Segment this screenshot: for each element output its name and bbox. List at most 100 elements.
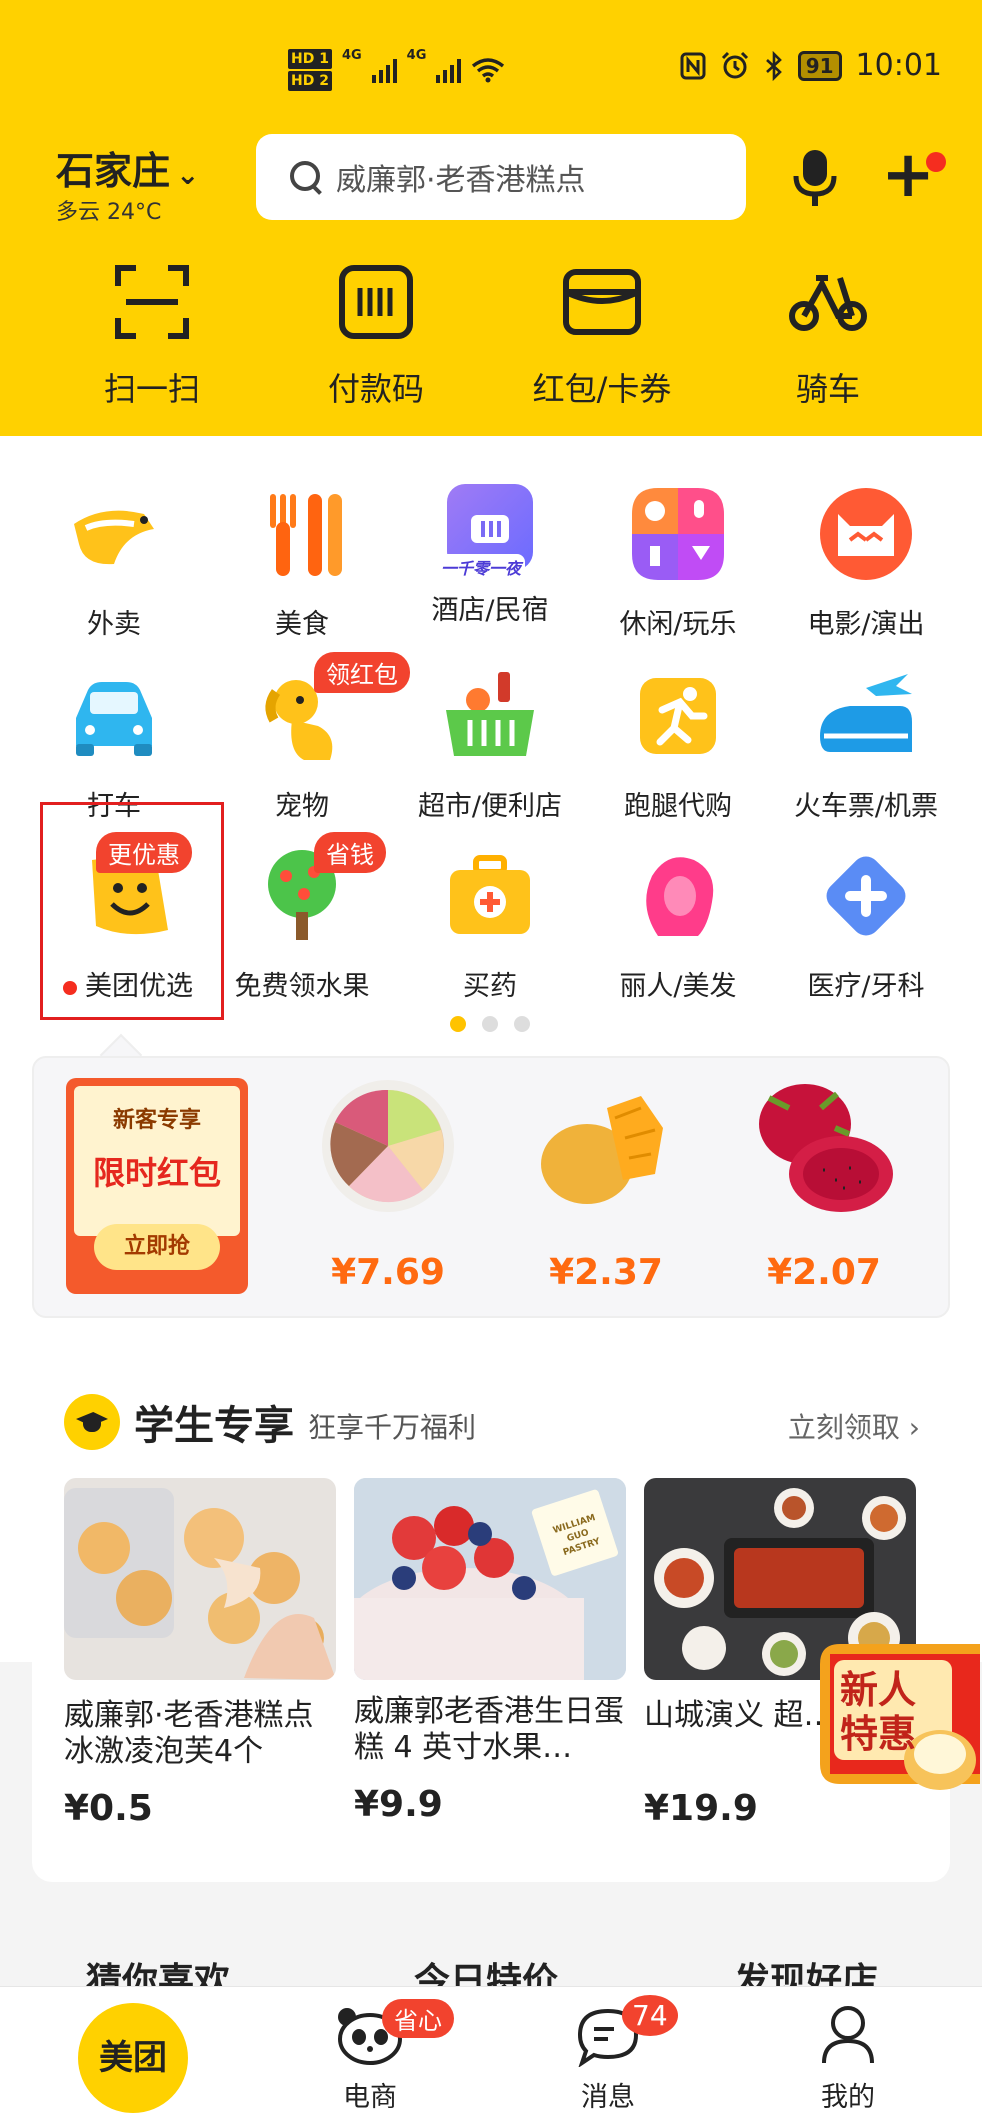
grid-label: 火车票/机票 (793, 791, 939, 822)
promo-product[interactable]: ¥2.07 (724, 1078, 924, 1293)
grid-item-hotel[interactable]: 一千零一夜 酒店/民宿 (396, 484, 584, 627)
wallet-label: 红包/卡券 (532, 370, 672, 408)
nav-label: 消息 (581, 2082, 635, 2113)
beauty-icon (646, 857, 714, 936)
search-input[interactable]: 威廉郭·老香港糕点 (256, 134, 746, 220)
signal-icon (436, 57, 462, 83)
fork-knife-icon (270, 494, 342, 576)
product-price: ¥7.69 (331, 1252, 445, 1293)
newbie-redpacket-card[interactable]: 新客专享 限时红包 立即抢 (66, 1078, 248, 1294)
student-deal-card[interactable]: 威廉郭·老香港糕点冰激凌泡芙4个 ¥0.5 (64, 1478, 336, 1829)
grid-item-free-fruit[interactable]: 省钱 免费领水果 (208, 832, 396, 1003)
grid-item-movie[interactable]: 电影/演出 (772, 484, 960, 641)
grid-item-medical[interactable]: 医疗/牙科 (772, 846, 960, 1003)
nfc-icon (680, 52, 706, 79)
city-selector[interactable]: 石家庄 ⌄ (56, 140, 199, 195)
wifi-icon (472, 58, 505, 83)
grid-item-supermarket[interactable]: 超市/便利店 (396, 666, 584, 823)
scan-button[interactable]: 扫一扫 (52, 262, 252, 410)
nav-home-button[interactable]: 美团 (78, 2003, 188, 2113)
deal-name: 威廉郭老香港生日蛋糕 4 英寸水果… (354, 1694, 624, 1765)
bluetooth-icon (765, 50, 782, 81)
grid-label: 酒店/民宿 (431, 595, 549, 626)
weather-text: 多云 24°C (56, 200, 162, 225)
payment-code-button[interactable]: 付款码 (276, 262, 476, 410)
bike-button[interactable]: 骑车 (728, 262, 928, 410)
graduation-cap-icon (64, 1394, 120, 1450)
grid-label: 丽人/美发 (619, 971, 737, 1002)
battery-indicator: 91 (797, 50, 842, 81)
promo-product[interactable]: ¥7.69 (288, 1078, 488, 1293)
product-price: ¥2.07 (767, 1252, 881, 1293)
selection-highlight (40, 802, 224, 1020)
nav-label: 我的 (821, 2082, 875, 2113)
scan-icon (115, 265, 189, 339)
nav-label: 电商 (343, 2082, 397, 2113)
new-user-offer-label: 新人特惠 (840, 1668, 917, 1756)
grid-item-takeout[interactable]: 外卖 (20, 484, 208, 641)
student-section: 学生专享 狂享千万福利 立刻领取 › 威廉郭·老香港糕点冰激凌泡芙4个 ¥0.5 (32, 1362, 950, 1882)
city-name: 石家庄 (56, 149, 171, 193)
grab-now-button[interactable]: 立即抢 (94, 1224, 220, 1270)
wallet-button[interactable]: 红包/卡券 (502, 262, 702, 410)
grid-item-errand[interactable]: 跑腿代购 (584, 666, 772, 823)
hotel-icon: 一千零一夜 (437, 484, 533, 580)
grid-item-leisure[interactable]: 休闲/玩乐 (584, 484, 772, 641)
grid-item-food[interactable]: 美食 (208, 484, 396, 641)
bike-icon (789, 275, 867, 331)
page-indicator[interactable] (450, 1016, 530, 1032)
deal-name: 威廉郭·老香港糕点冰激凌泡芙4个 (64, 1698, 314, 1769)
grid-label: 超市/便利店 (417, 791, 563, 822)
mango-icon (541, 1096, 663, 1204)
grid-item-beauty[interactable]: 丽人/美发 (584, 846, 772, 1003)
microphone-icon[interactable] (790, 148, 840, 208)
promo-product[interactable]: ¥2.37 (506, 1078, 706, 1293)
grid-label: 宠物 (275, 791, 329, 822)
chevron-down-icon: ⌄ (176, 158, 200, 191)
newbie-main: 限时红包 (92, 1154, 221, 1192)
student-title: 学生专享 (134, 1403, 294, 1449)
grid-item-pet[interactable]: 领红包 宠物 (208, 652, 410, 823)
plane-icon (820, 674, 912, 752)
medical-cross-icon (826, 856, 906, 936)
dragon-fruit-icon (759, 1084, 893, 1212)
scan-label: 扫一扫 (103, 370, 200, 408)
grid-item-medicine[interactable]: 买药 (396, 846, 584, 1003)
claim-now-link[interactable]: 立刻领取 › (788, 1406, 920, 1446)
network-status: HD 1 HD 2 4G 4G (288, 48, 505, 92)
hotel-icon-text: 一千零一夜 (437, 554, 526, 580)
new-user-offer-button[interactable]: 新人特惠 (810, 1634, 982, 1796)
cake-image: WILLIAM GUO PASTRY (354, 1478, 626, 1680)
runner-icon (640, 678, 716, 754)
hd1-label: HD 1 (288, 49, 332, 69)
grid-label: 跑腿代购 (624, 791, 732, 822)
net1-label: 4G (341, 48, 362, 63)
grid-label: 休闲/玩乐 (619, 609, 737, 640)
product-price: ¥2.37 (549, 1252, 663, 1293)
device-status: 91 10:01 (680, 48, 942, 83)
puff-image (64, 1478, 336, 1680)
deal-price: ¥9.9 (354, 1784, 443, 1825)
search-placeholder: 威廉郭·老香港糕点 (336, 163, 586, 198)
status-bar: HD 1 HD 2 4G 4G 91 10:01 (0, 40, 982, 100)
grid-label: 电影/演出 (807, 609, 925, 640)
payment-code-icon (339, 265, 413, 339)
cake-icon (322, 1080, 454, 1212)
grid-label: 医疗/牙科 (807, 971, 925, 1002)
search-icon (290, 161, 322, 193)
grid-label: 买药 (463, 971, 517, 1002)
chevron-right-icon: › (908, 1411, 920, 1444)
notification-dot (926, 152, 946, 172)
bike-label: 骑车 (795, 370, 860, 408)
grid-item-taxi[interactable]: 打车 (20, 666, 208, 823)
car-icon (76, 682, 152, 756)
newbie-title: 新客专享 (112, 1108, 201, 1133)
student-subtitle: 狂享千万福利 (308, 1411, 477, 1444)
student-deal-card[interactable]: WILLIAM GUO PASTRY 威廉郭老香港生日蛋糕 4 英寸水果… ¥9… (354, 1478, 626, 1825)
cat-icon (820, 488, 912, 580)
grid-item-tickets[interactable]: 火车票/机票 (772, 666, 960, 823)
nav-badge: 省心 (382, 1999, 454, 2038)
signal-icon (371, 57, 397, 83)
payment-code-label: 付款码 (327, 370, 424, 408)
bottom-navigation: 美团 省心 电商 74 消息 我的 (0, 1986, 982, 2127)
